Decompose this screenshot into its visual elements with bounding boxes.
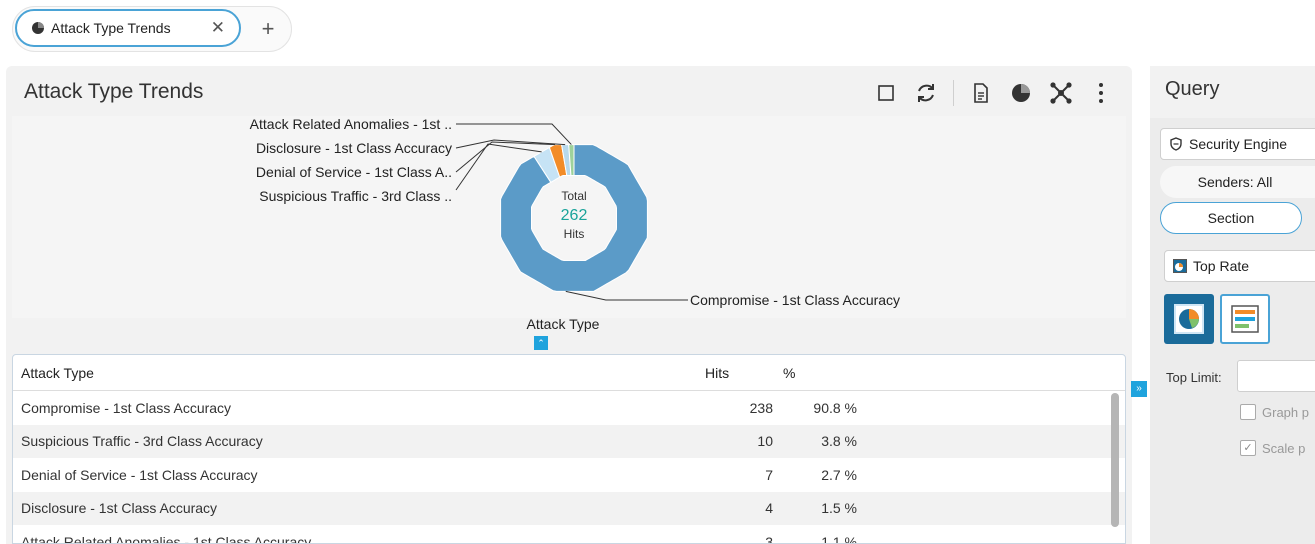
cell-attack-type: Denial of Service - 1st Class Accuracy	[21, 466, 258, 483]
graph-checkbox[interactable]: Graph p	[1240, 404, 1309, 420]
donut-chart: Total 262 Hits Attack Related Anomalies …	[250, 116, 900, 308]
shield-icon	[1170, 137, 1182, 151]
top-rate-label: Top Rate	[1193, 258, 1250, 274]
pie-chart-icon	[32, 22, 44, 34]
table-header: Attack Type Hits %	[13, 355, 1125, 391]
scale-checkbox[interactable]: ✓ Scale p	[1240, 440, 1305, 456]
header-attack-type[interactable]: Attack Type	[13, 365, 693, 381]
scale-checkbox-label: Scale p	[1262, 440, 1306, 456]
slice-label: Disclosure - 1st Class Accuracy	[256, 140, 452, 156]
refresh-button[interactable]	[913, 80, 939, 106]
add-tab-button[interactable]: +	[249, 11, 287, 49]
cell-hits: 7	[765, 466, 773, 483]
senders-filter[interactable]: Senders: All	[1160, 166, 1315, 198]
cell-hits: 4	[765, 500, 773, 517]
cell-percent: 1.1 %	[821, 533, 857, 544]
slice-label: Compromise - 1st Class Accuracy	[690, 292, 900, 308]
table-row[interactable]: Disclosure - 1st Class Accuracy 4 1.5 %	[13, 491, 1125, 525]
kebab-menu-icon	[1099, 83, 1103, 103]
cell-attack-type: Suspicious Traffic - 3rd Class Accuracy	[21, 433, 263, 450]
collapse-chart-button[interactable]: ⌃	[534, 336, 548, 350]
pie-view-button[interactable]	[1164, 294, 1214, 344]
cell-hits: 3	[765, 533, 773, 544]
chart-area: Total 262 Hits Attack Related Anomalies …	[12, 116, 1126, 318]
table-row[interactable]: Suspicious Traffic - 3rd Class Accuracy …	[13, 424, 1125, 458]
cell-percent: 90.8 %	[813, 399, 857, 416]
table-row[interactable]: Compromise - 1st Class Accuracy 238 90.8…	[13, 391, 1125, 425]
maximize-button[interactable]	[873, 80, 899, 106]
checkbox-unchecked-icon	[1240, 404, 1256, 420]
cell-attack-type: Disclosure - 1st Class Accuracy	[21, 500, 218, 517]
panel-title: Attack Type Trends	[24, 80, 204, 103]
cell-hits: 238	[749, 399, 773, 416]
section-button[interactable]: Section	[1160, 202, 1302, 234]
table-scrollbar[interactable]	[1111, 393, 1119, 527]
center-label-hits: Hits	[564, 227, 585, 241]
more-options-button[interactable]	[1088, 80, 1114, 106]
header-percent[interactable]: %	[773, 365, 795, 381]
chart-view-button[interactable]	[1008, 80, 1034, 106]
cell-percent: 3.8 %	[821, 433, 857, 450]
panel-toolbar	[873, 78, 1114, 108]
center-label-total: Total	[561, 189, 586, 203]
leader-line	[565, 290, 688, 301]
security-engine-label: Security Engine	[1189, 136, 1288, 152]
report-button[interactable]	[968, 80, 994, 106]
table-row[interactable]: Denial of Service - 1st Class Accuracy 7…	[13, 458, 1125, 492]
pie-chart-icon	[1174, 304, 1204, 334]
slice-label: Suspicious Traffic - 3rd Class ..	[259, 188, 452, 204]
checkbox-checked-icon: ✓	[1240, 440, 1256, 456]
query-title: Query	[1165, 78, 1220, 100]
chart-axis-title: Attack Type	[526, 316, 600, 332]
query-panel: Query Security Engine Senders: All Secti…	[1150, 66, 1315, 544]
cell-attack-type: Compromise - 1st Class Accuracy	[21, 399, 232, 416]
slice-label: Attack Related Anomalies - 1st ..	[250, 116, 452, 132]
top-limit-input[interactable]	[1237, 360, 1315, 392]
cell-percent: 2.7 %	[821, 466, 857, 483]
cell-hits: 10	[757, 433, 773, 450]
bar-chart-icon	[1231, 305, 1259, 333]
cell-attack-type: Attack Related Anomalies - 1st Class Acc…	[21, 533, 312, 544]
security-engine-select[interactable]: Security Engine	[1160, 128, 1315, 160]
toolbar-divider	[953, 80, 954, 106]
tab-strip: Attack Type Trends ✕ +	[12, 6, 292, 52]
center-value: 262	[561, 207, 588, 224]
bar-view-button[interactable]	[1220, 294, 1270, 344]
graph-checkbox-label: Graph p	[1262, 404, 1309, 420]
square-icon	[878, 85, 894, 101]
refresh-icon	[918, 84, 934, 102]
top-rate-select[interactable]: Top Rate	[1164, 250, 1315, 282]
cell-percent: 1.5 %	[821, 500, 857, 517]
network-icon	[1050, 82, 1072, 104]
slice-label: Denial of Service - 1st Class A..	[256, 164, 452, 180]
report-panel: Attack Type Trends Total 262 Hits Attack…	[6, 66, 1132, 544]
pie-chart-icon	[1012, 84, 1030, 102]
chart-app-icon	[1173, 259, 1187, 273]
tab-attack-type-trends[interactable]: Attack Type Trends ✕	[15, 9, 241, 47]
expand-query-button[interactable]: »	[1131, 381, 1147, 397]
header-hits[interactable]: Hits	[693, 365, 773, 381]
close-tab-icon[interactable]: ✕	[211, 18, 225, 38]
results-table: Attack Type Hits % Compromise - 1st Clas…	[12, 354, 1126, 544]
document-icon	[974, 83, 988, 103]
top-limit-label: Top Limit:	[1166, 370, 1222, 385]
tab-label: Attack Type Trends	[51, 20, 171, 36]
network-button[interactable]	[1048, 80, 1074, 106]
table-row[interactable]: Attack Related Anomalies - 1st Class Acc…	[13, 525, 1125, 544]
